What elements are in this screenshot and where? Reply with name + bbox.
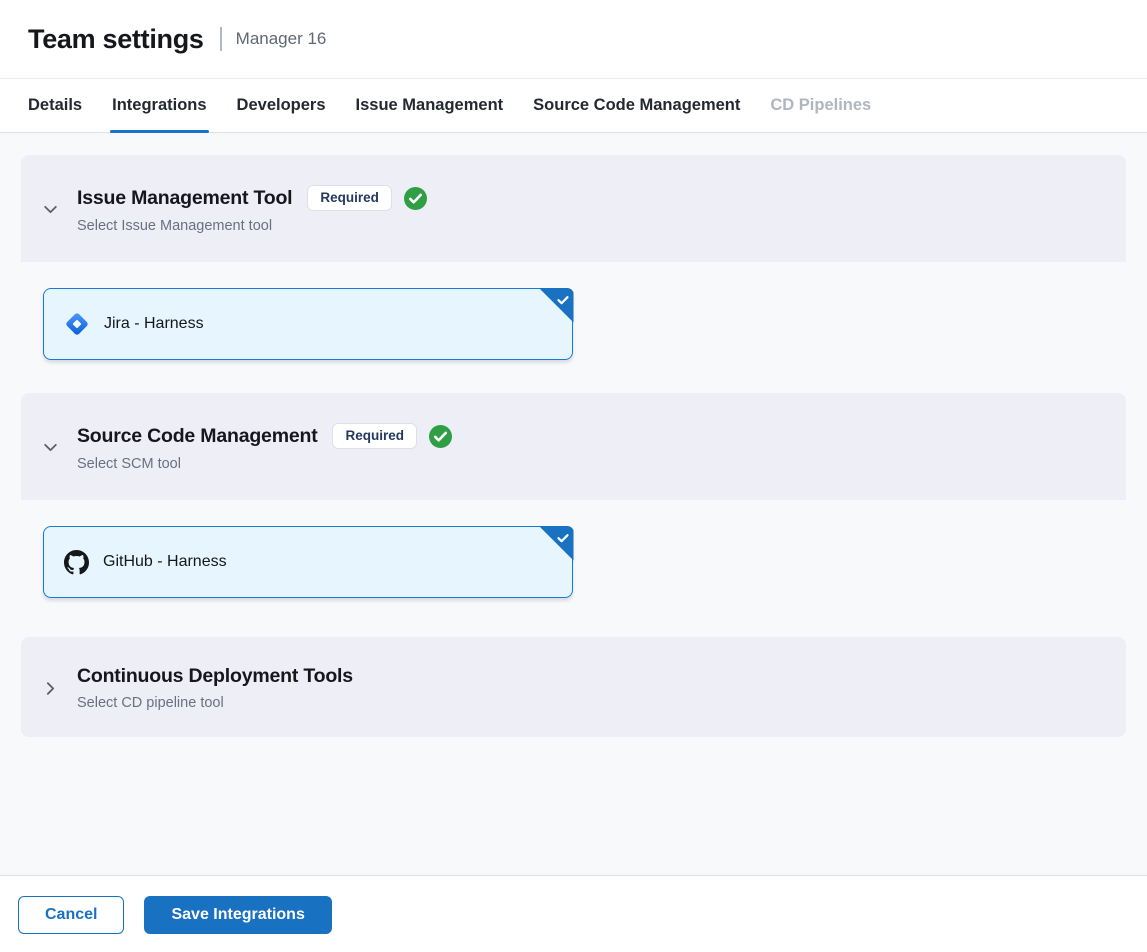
section-cd-header[interactable]: Continuous Deployment Tools Select CD pi… xyxy=(21,637,1126,737)
page-title: Team settings xyxy=(28,24,204,55)
section-header-text: Continuous Deployment Tools Select CD pi… xyxy=(77,665,353,711)
tab-source-code-management[interactable]: Source Code Management xyxy=(533,79,740,132)
section-scm-header[interactable]: Source Code Management Required Select S… xyxy=(21,393,1126,500)
required-badge: Required xyxy=(307,185,392,211)
section-issue-management-tool: Issue Management Tool Required Select Is… xyxy=(21,155,1126,379)
team-settings-page: Team settings Manager 16 Details Integra… xyxy=(0,0,1147,952)
tab-integrations[interactable]: Integrations xyxy=(112,79,206,132)
page-header: Team settings Manager 16 xyxy=(0,0,1147,79)
section-header-text: Issue Management Tool Required Select Is… xyxy=(77,185,427,234)
section-subtitle: Select Issue Management tool xyxy=(77,218,427,234)
check-circle-icon xyxy=(404,187,427,210)
check-circle-icon xyxy=(429,425,452,448)
required-badge: Required xyxy=(332,423,417,449)
section-title: Source Code Management xyxy=(77,425,317,448)
header-divider xyxy=(220,27,222,51)
section-subtitle: Select SCM tool xyxy=(77,456,452,472)
jira-icon xyxy=(64,311,90,337)
tab-developers[interactable]: Developers xyxy=(237,79,326,132)
cancel-button[interactable]: Cancel xyxy=(18,896,124,934)
save-integrations-button[interactable]: Save Integrations xyxy=(144,896,331,934)
tool-card-label: Jira - Harness xyxy=(104,315,204,333)
section-issue-management-header[interactable]: Issue Management Tool Required Select Is… xyxy=(21,155,1126,262)
tool-card-jira[interactable]: Jira - Harness xyxy=(43,288,573,360)
chevron-down-icon[interactable] xyxy=(41,201,59,219)
section-subtitle: Select CD pipeline tool xyxy=(77,695,353,711)
tab-details[interactable]: Details xyxy=(28,79,82,132)
page-subtitle: Manager 16 xyxy=(236,29,327,49)
chevron-right-icon[interactable] xyxy=(41,679,59,697)
section-issue-management-body: Jira - Harness xyxy=(21,262,1126,379)
section-scm-body: GitHub - Harness xyxy=(21,500,1126,617)
tool-card-github[interactable]: GitHub - Harness xyxy=(43,526,573,598)
tab-issue-management[interactable]: Issue Management xyxy=(356,79,504,132)
chevron-down-icon[interactable] xyxy=(41,439,59,457)
tab-cd-pipelines: CD Pipelines xyxy=(770,79,871,132)
footer-actions: Cancel Save Integrations xyxy=(0,875,1147,952)
github-icon xyxy=(64,550,89,575)
selected-check-icon xyxy=(539,526,574,561)
section-header-text: Source Code Management Required Select S… xyxy=(77,423,452,472)
tab-bar: Details Integrations Developers Issue Ma… xyxy=(0,79,1147,133)
section-title: Issue Management Tool xyxy=(77,187,292,210)
integrations-content: Issue Management Tool Required Select Is… xyxy=(0,133,1147,875)
section-source-code-management: Source Code Management Required Select S… xyxy=(21,393,1126,617)
tool-card-label: GitHub - Harness xyxy=(103,553,227,571)
section-title: Continuous Deployment Tools xyxy=(77,665,353,688)
selected-check-icon xyxy=(539,288,574,323)
section-continuous-deployment-tools: Continuous Deployment Tools Select CD pi… xyxy=(21,637,1126,737)
